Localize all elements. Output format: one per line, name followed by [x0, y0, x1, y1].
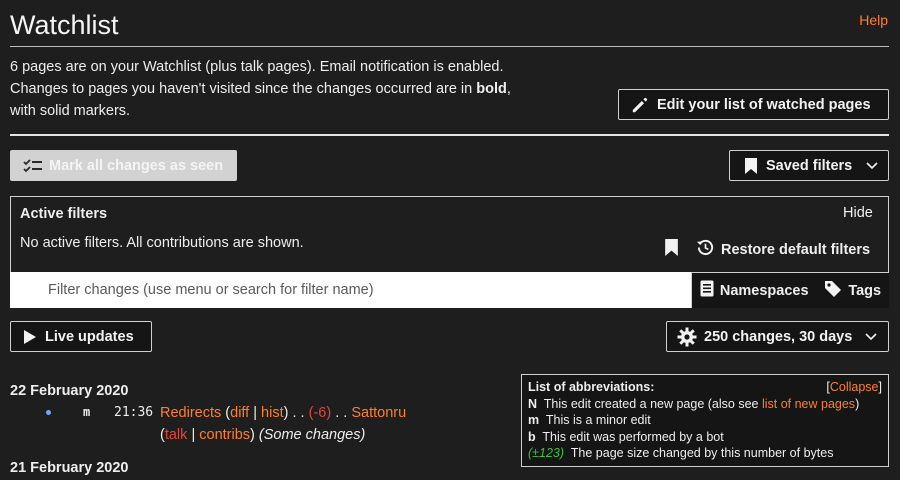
watchlist-intro: 6 pages are on your Watchlist (plus talk… — [10, 56, 610, 122]
help-link[interactable]: Help — [859, 12, 888, 28]
talk-link[interactable]: talk — [165, 427, 188, 443]
intro-line-2: Changes to pages you haven't visited sin… — [10, 78, 610, 100]
abbr-text: This edit created a new page (also see — [543, 396, 762, 411]
abbr-text: The page size changed by this number of … — [570, 446, 834, 460]
abbreviation-item-size: (±123) The page size changed by this num… — [528, 445, 882, 462]
date-heading: 21 February 2020 — [10, 460, 129, 476]
edit-watchlist-button[interactable]: Edit your list of watched pages — [618, 89, 889, 120]
intro-line-2-text: Changes to pages you haven't visited sin… — [10, 81, 477, 97]
change-time: 21:36 — [114, 405, 154, 420]
header-divider — [10, 46, 889, 47]
chevron-down-icon — [865, 332, 877, 341]
namespace-tag-toggles: Namespaces Tags — [691, 272, 889, 308]
abbreviations-legend: List of abbreviations: [Collapse] N This… — [521, 374, 889, 467]
abbreviations-header: List of abbreviations: [Collapse] — [528, 379, 882, 396]
unseen-marker-dot — [46, 410, 51, 415]
intro-bold-word: bold — [476, 81, 507, 97]
separator-dots: . . — [288, 405, 309, 421]
live-updates-label: Live updates — [45, 328, 134, 345]
saved-filters-label: Saved filters — [766, 157, 853, 174]
intro-line-2-comma: , — [506, 81, 511, 97]
collapse-control: [Collapse] — [826, 379, 882, 396]
chevron-down-icon — [866, 161, 878, 170]
abbreviation-item-new: N This edit created a new page (also see… — [528, 396, 882, 413]
edit-summary: (Some changes) — [258, 427, 366, 443]
edit-watchlist-label: Edit your list of watched pages — [657, 96, 871, 113]
no-active-filters-text: No active filters. All contributions are… — [20, 235, 304, 251]
change-line: Redirects (diff | hist) . . (-6) . . Sat… — [160, 405, 406, 421]
changes-limit-label: 250 changes, 30 days — [704, 328, 853, 345]
collapse-link[interactable]: Collapse — [830, 380, 879, 394]
hide-filters-link[interactable]: Hide — [843, 205, 873, 221]
section-divider — [10, 134, 889, 136]
tag-icon — [824, 280, 842, 302]
abbreviation-item-minor: m This is a minor edit — [528, 412, 882, 429]
namespaces-label: Namespaces — [719, 282, 809, 299]
separator-dots: . . — [331, 405, 352, 421]
abbr-key: (±123) — [528, 446, 565, 460]
changes-limit-button[interactable]: 250 changes, 30 days — [666, 321, 889, 352]
user-link[interactable]: Sattonru — [351, 405, 406, 421]
restore-default-label: Restore default filters — [721, 241, 871, 258]
mark-all-seen-label: Mark all changes as seen — [49, 157, 224, 174]
intro-line-3: with solid markers. — [10, 103, 131, 119]
gear-icon — [677, 327, 697, 347]
tags-label: Tags — [848, 282, 882, 299]
saved-filters-button[interactable]: Saved filters — [729, 150, 889, 181]
abbr-text: This edit was performed by a bot — [542, 429, 724, 444]
abbr-text: This is a minor edit — [545, 413, 651, 427]
page-title: Watchlist — [10, 10, 119, 40]
bookmark-icon — [744, 157, 758, 175]
active-filters-title: Active filters — [20, 206, 108, 222]
abbr-key: b — [528, 429, 536, 444]
minor-edit-flag: m — [83, 405, 91, 419]
new-pages-link[interactable]: list of new pages — [762, 397, 855, 411]
bracket: ] — [878, 380, 882, 394]
page-link[interactable]: Redirects — [160, 405, 221, 421]
abbreviations-title: List of abbreviations: — [528, 380, 655, 394]
play-icon — [23, 329, 37, 345]
separator: | — [249, 405, 262, 421]
abbr-key: N — [528, 396, 538, 411]
history-restore-icon — [696, 238, 715, 261]
filter-search-row: Filter changes (use menu or search for f… — [10, 272, 889, 308]
abbr-text-tail: ) — [855, 396, 860, 411]
edit-pencil-icon — [631, 96, 649, 114]
filter-search-input[interactable]: Filter changes (use menu or search for f… — [10, 272, 691, 308]
restore-default-filters-button[interactable]: Restore default filters — [696, 238, 870, 261]
abbreviation-item-bot: b This edit was performed by a bot — [528, 429, 882, 446]
date-heading: 22 February 2020 — [10, 383, 129, 399]
size-change: (-6) — [308, 405, 332, 421]
diff-link[interactable]: diff — [230, 405, 249, 421]
hist-link[interactable]: hist — [261, 405, 284, 421]
abbr-key: m — [528, 413, 540, 427]
live-updates-button[interactable]: Live updates — [10, 321, 152, 352]
namespaces-button[interactable]: Namespaces — [700, 280, 809, 301]
checklist-icon — [23, 158, 43, 174]
bookmark-filters-icon[interactable] — [664, 238, 679, 261]
separator: | — [187, 427, 200, 443]
intro-line-1: 6 pages are on your Watchlist (plus talk… — [10, 59, 504, 75]
mark-all-seen-button[interactable]: Mark all changes as seen — [10, 150, 237, 181]
user-tools-line: (talk | contribs) (Some changes) — [160, 427, 365, 443]
paren: ) — [250, 427, 255, 443]
contribs-link[interactable]: contribs — [199, 427, 250, 443]
tags-button[interactable]: Tags — [824, 280, 881, 302]
namespaces-icon — [700, 280, 714, 301]
